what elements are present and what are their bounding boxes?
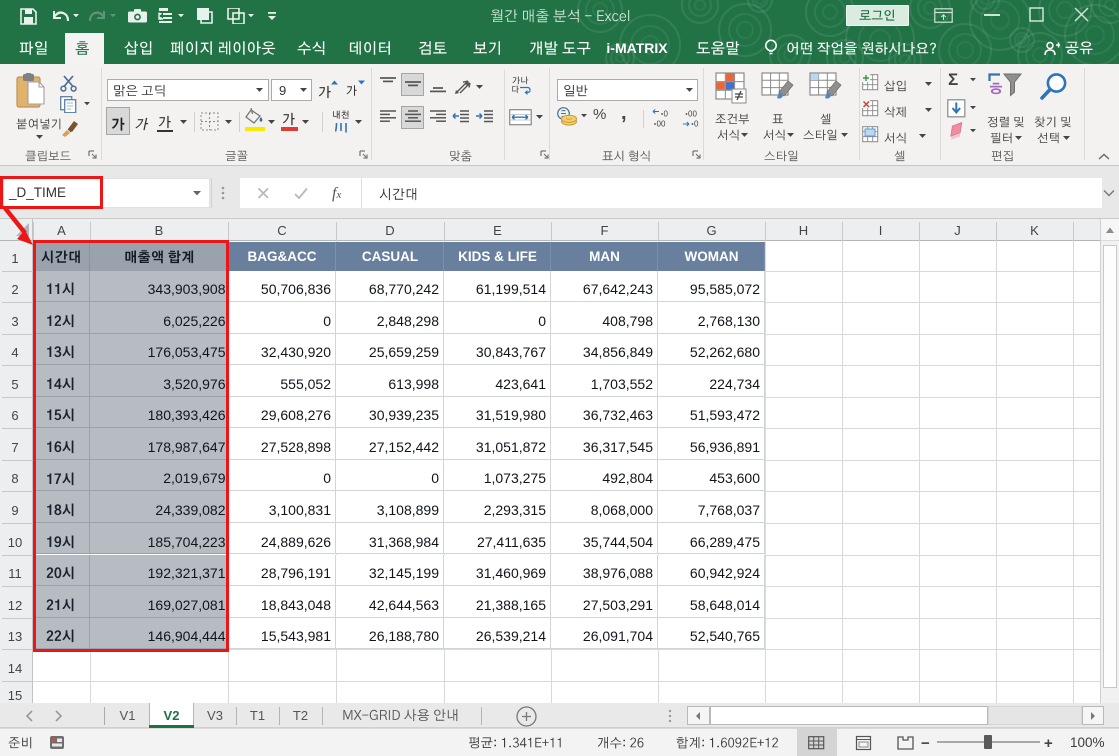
svg-text:00: 00 — [688, 110, 697, 119]
svg-text:0: 0 — [664, 110, 669, 119]
svg-text:0: 0 — [694, 120, 699, 129]
svg-text:00: 00 — [657, 120, 666, 129]
